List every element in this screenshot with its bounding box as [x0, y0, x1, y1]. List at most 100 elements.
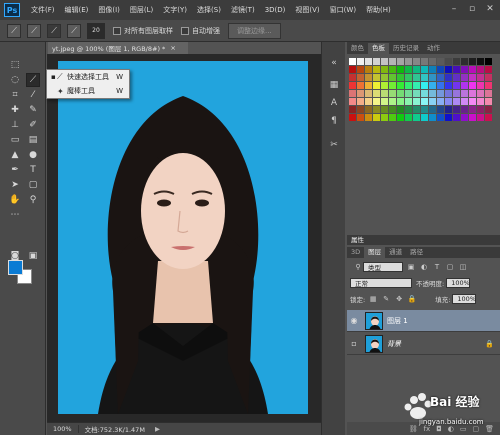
blend-mode-select[interactable]: 正常: [350, 278, 412, 288]
color-swatch[interactable]: [421, 66, 428, 73]
type-filter-icon[interactable]: T: [432, 262, 442, 272]
color-swatch[interactable]: [461, 66, 468, 73]
color-swatch[interactable]: [453, 90, 460, 97]
tab-channels[interactable]: 通道: [385, 247, 406, 258]
color-swatch[interactable]: [485, 82, 492, 89]
color-swatch[interactable]: [365, 58, 372, 65]
color-swatch[interactable]: [421, 98, 428, 105]
smart-object-filter-icon[interactable]: ◫: [458, 262, 468, 272]
character-panel-icon[interactable]: A: [327, 96, 341, 110]
paragraph-panel-icon[interactable]: ¶: [327, 114, 341, 128]
color-swatch[interactable]: [405, 74, 412, 81]
color-swatch[interactable]: [469, 114, 476, 121]
tab-paths[interactable]: 路径: [406, 247, 427, 258]
color-swatch[interactable]: [389, 98, 396, 105]
color-swatch[interactable]: [429, 90, 436, 97]
color-swatch[interactable]: [389, 74, 396, 81]
color-swatch[interactable]: [437, 82, 444, 89]
tab-color[interactable]: 颜色: [347, 43, 368, 54]
color-swatch[interactable]: [445, 66, 452, 73]
color-swatch[interactable]: [469, 106, 476, 113]
pixel-filter-icon[interactable]: ▣: [406, 262, 416, 272]
color-swatch[interactable]: [485, 106, 492, 113]
color-swatch[interactable]: [461, 98, 468, 105]
color-swatch[interactable]: [413, 98, 420, 105]
color-swatch[interactable]: [381, 82, 388, 89]
color-swatch[interactable]: [485, 98, 492, 105]
color-swatch[interactable]: [381, 114, 388, 121]
portrait-photo[interactable]: [58, 61, 308, 414]
lock-pixels-icon[interactable]: ✎: [381, 294, 391, 304]
color-swatch[interactable]: [461, 106, 468, 113]
color-swatch[interactable]: [469, 98, 476, 105]
clone-stamp-icon[interactable]: ⊥: [8, 118, 22, 132]
color-swatch[interactable]: [349, 106, 356, 113]
blur-tool-icon[interactable]: ▲: [8, 148, 22, 162]
color-swatch[interactable]: [389, 106, 396, 113]
color-swatch[interactable]: [397, 66, 404, 73]
kind-filter-select[interactable]: 类型: [363, 262, 403, 272]
history-brush-icon[interactable]: ✐: [26, 118, 40, 132]
color-swatch[interactable]: [373, 114, 380, 121]
color-swatch[interactable]: [381, 90, 388, 97]
color-swatch[interactable]: [373, 82, 380, 89]
color-swatch[interactable]: [357, 114, 364, 121]
color-swatch[interactable]: [445, 98, 452, 105]
color-swatch[interactable]: [485, 58, 492, 65]
color-swatch[interactable]: [397, 90, 404, 97]
tab-history[interactable]: 历史记录: [389, 43, 423, 54]
tab-swatches[interactable]: 色板: [368, 43, 389, 54]
color-swatch[interactable]: [405, 66, 412, 73]
restore-icon[interactable]: ▫: [466, 3, 478, 15]
menu-select[interactable]: 选择(S): [192, 5, 226, 15]
color-swatch[interactable]: [453, 66, 460, 73]
layer-name[interactable]: 图层 1: [387, 316, 408, 326]
color-swatch[interactable]: [453, 58, 460, 65]
color-swatch[interactable]: [357, 82, 364, 89]
color-swatch[interactable]: [477, 74, 484, 81]
close-window-icon[interactable]: ✕: [484, 3, 496, 15]
color-swatch[interactable]: [397, 106, 404, 113]
color-swatch[interactable]: [365, 66, 372, 73]
color-swatch[interactable]: [445, 58, 452, 65]
opacity-input[interactable]: 100%: [446, 278, 471, 288]
color-swatch[interactable]: [365, 114, 372, 121]
status-menu-icon[interactable]: ▶: [155, 425, 160, 433]
menu-edit[interactable]: 编辑(E): [60, 5, 94, 15]
color-swatch[interactable]: [349, 90, 356, 97]
dodge-tool-icon[interactable]: ●: [26, 148, 40, 162]
color-swatch[interactable]: [397, 98, 404, 105]
color-swatch[interactable]: [357, 90, 364, 97]
document-tab-close-icon[interactable]: ×: [170, 44, 175, 52]
color-swatch[interactable]: [437, 74, 444, 81]
menu-filter[interactable]: 滤镜(T): [226, 5, 260, 15]
hand-tool-icon[interactable]: ✋: [8, 193, 22, 207]
color-swatch[interactable]: [461, 82, 468, 89]
visibility-eye-icon[interactable]: ▫: [347, 339, 361, 348]
color-swatch[interactable]: [421, 90, 428, 97]
color-swatch[interactable]: [365, 98, 372, 105]
color-swatch[interactable]: [429, 74, 436, 81]
color-swatch[interactable]: [357, 74, 364, 81]
color-swatch[interactable]: [445, 74, 452, 81]
collapse-arrows-icon[interactable]: «: [327, 56, 341, 70]
layer-name[interactable]: 背景: [387, 339, 401, 349]
color-swatch[interactable]: [349, 82, 356, 89]
menu-window[interactable]: 窗口(W): [325, 5, 361, 15]
color-swatch[interactable]: [421, 106, 428, 113]
color-swatch[interactable]: [437, 114, 444, 121]
color-swatch[interactable]: [485, 74, 492, 81]
color-swatch[interactable]: [381, 58, 388, 65]
color-swatch[interactable]: [421, 82, 428, 89]
color-swatch[interactable]: [445, 90, 452, 97]
color-swatch[interactable]: [421, 114, 428, 121]
color-swatch[interactable]: [453, 114, 460, 121]
path-selection-icon[interactable]: ➤: [8, 178, 22, 192]
color-swatch[interactable]: [453, 82, 460, 89]
color-swatch[interactable]: [405, 106, 412, 113]
color-swatch[interactable]: [485, 90, 492, 97]
pen-tool-icon[interactable]: ✒: [8, 163, 22, 177]
color-swatch[interactable]: [413, 74, 420, 81]
color-swatch[interactable]: [357, 98, 364, 105]
color-swatch[interactable]: [373, 106, 380, 113]
